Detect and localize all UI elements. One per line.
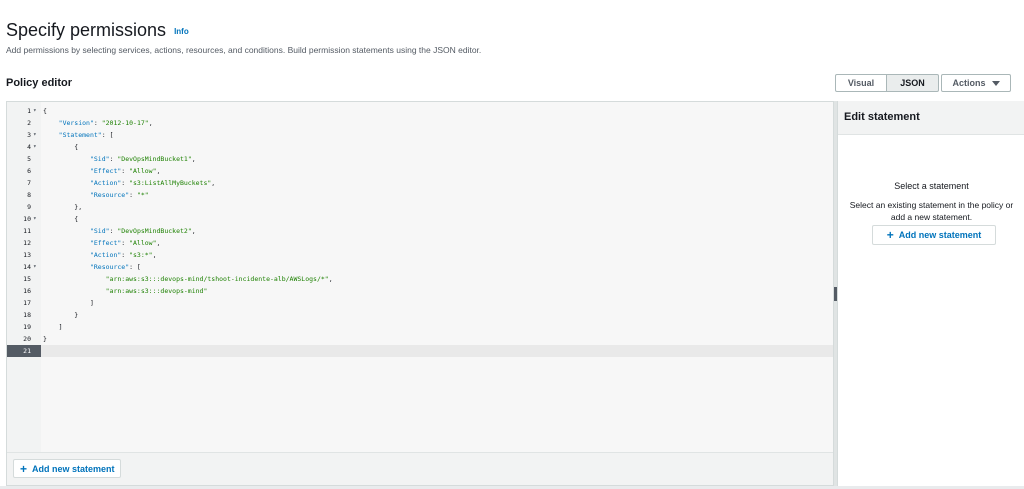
code-text: { <box>43 107 47 115</box>
page-title: Specify permissions Info <box>6 20 189 41</box>
code-line[interactable]: 3 ▾ "Statement": [ <box>7 129 833 141</box>
line-number: 7 <box>27 179 31 187</box>
code-line[interactable]: 21 <box>7 345 833 357</box>
line-number: 13 <box>23 251 31 259</box>
code-text: } <box>43 335 47 343</box>
code-line[interactable]: 6 "Effect": "Allow", <box>7 165 833 177</box>
editor-mode-toggle: Visual JSON <box>835 74 939 92</box>
select-statement-title: Select a statement <box>894 181 969 191</box>
fold-toggle-icon[interactable]: ▾ <box>33 213 37 225</box>
edit-statement-title: Edit statement <box>844 111 920 123</box>
add-new-statement-button[interactable]: + Add new statement <box>13 459 121 478</box>
line-number: 18 <box>23 311 31 319</box>
code-text: "Action": "s3:*", <box>89 251 157 259</box>
add-new-statement-label: Add new statement <box>32 463 115 474</box>
info-link[interactable]: Info <box>174 27 189 36</box>
line-number: 2 <box>27 119 31 127</box>
code-line[interactable]: 13 "Action": "s3:*", <box>7 249 833 261</box>
plus-icon: + <box>20 461 28 476</box>
code-text: "Resource": [ <box>89 263 141 271</box>
code-text: "arn:aws:s3:::devops-mind" <box>105 287 208 295</box>
json-editor[interactable]: 1 ▾{2 "Version": "2012-10-17", 3 ▾ "Stateme… <box>6 101 834 486</box>
side-add-new-statement-button[interactable]: + Add new statement <box>872 225 996 245</box>
code-line[interactable]: 2 "Version": "2012-10-17", <box>7 117 833 129</box>
code-text: "Action": "s3:ListAllMyBuckets", <box>89 179 216 187</box>
code-line[interactable]: 1 ▾ { <box>7 105 833 117</box>
code-line[interactable]: 12 "Effect": "Allow", <box>7 237 833 249</box>
fold-toggle-icon[interactable]: ▾ <box>33 261 37 273</box>
code-text: { <box>43 215 79 223</box>
code-line[interactable]: 7 "Action": "s3:ListAllMyBuckets", <box>7 177 833 189</box>
code-text: "arn:aws:s3:::devops-mind/tshoot-inciden… <box>105 275 333 283</box>
visual-tab-button[interactable]: Visual <box>835 74 887 92</box>
code-text: ] <box>43 323 63 331</box>
line-number: 3 <box>27 131 31 139</box>
code-text: "Resource": "*" <box>89 191 149 199</box>
line-number: 6 <box>27 167 31 175</box>
code-text: "Effect": "Allow", <box>89 167 161 175</box>
code-line[interactable]: 8 "Resource": "*" <box>7 189 833 201</box>
code-line[interactable]: 14 ▾ "Resource": [ <box>7 261 833 273</box>
line-number: 15 <box>23 275 31 283</box>
fold-toggle-icon[interactable]: ▾ <box>33 129 37 141</box>
edit-statement-panel: Edit statement Select a statement Select… <box>837 101 1024 486</box>
line-number: 20 <box>23 335 31 343</box>
fold-toggle-icon[interactable]: ▾ <box>33 141 37 153</box>
code-text: }, <box>43 203 83 211</box>
code-line[interactable]: 15 "arn:aws:s3:::devops-mind/tshoot-inci… <box>7 273 833 285</box>
code-line[interactable]: 17 ] <box>7 297 833 309</box>
code-text: "Sid": "DevOpsMindBucket1", <box>89 155 196 163</box>
page-title-text: Specify permissions <box>6 20 167 40</box>
page-subtitle: Add permissions by selecting services, a… <box>6 45 482 55</box>
code-line[interactable]: 19 ] <box>7 321 833 333</box>
fold-toggle-icon[interactable]: ▾ <box>33 105 37 117</box>
code-text: "Sid": "DevOpsMindBucket2", <box>89 227 196 235</box>
code-line[interactable]: 10 ▾ { <box>7 213 833 225</box>
code-text: "Version": "2012-10-17", <box>58 119 153 127</box>
select-statement-description: Select an existing statement in the poli… <box>849 200 1014 222</box>
caret-down-icon <box>991 80 1000 86</box>
line-number: 10 <box>23 215 31 223</box>
editor-footer: + Add new statement <box>7 452 833 485</box>
actions-label: Actions <box>952 78 986 88</box>
code-line[interactable]: 16 "arn:aws:s3:::devops-mind" <box>7 285 833 297</box>
line-number: 8 <box>27 191 31 199</box>
code-line[interactable]: 9 }, <box>7 201 833 213</box>
policy-editor-label: Policy editor <box>6 77 73 89</box>
code-text: ] <box>43 299 94 307</box>
json-tab-button[interactable]: JSON <box>887 74 939 92</box>
line-number: 14 <box>23 263 31 271</box>
actions-dropdown-button[interactable]: Actions <box>941 74 1011 92</box>
line-number: 19 <box>23 323 31 331</box>
line-number: 1 <box>27 107 31 115</box>
line-number: 21 <box>23 347 31 355</box>
code-line[interactable]: 5 "Sid": "DevOpsMindBucket1", <box>7 153 833 165</box>
line-number: 12 <box>23 239 31 247</box>
code-line[interactable]: 4 ▾ { <box>7 141 833 153</box>
line-number: 4 <box>27 143 31 151</box>
line-number: 5 <box>27 155 31 163</box>
line-number: 11 <box>23 227 31 235</box>
plus-icon: + <box>886 228 894 242</box>
code-text: "Statement": [ <box>58 131 114 139</box>
edit-statement-header: Edit statement <box>838 101 1024 135</box>
side-add-new-statement-label: Add new statement <box>898 230 982 240</box>
line-number: 17 <box>23 299 31 307</box>
code-line[interactable]: 11 "Sid": "DevOpsMindBucket2", <box>7 225 833 237</box>
code-text: "Effect": "Allow", <box>89 239 161 247</box>
code-text: { <box>43 143 79 151</box>
code-line[interactable]: 18 } <box>7 309 833 321</box>
line-number: 9 <box>27 203 31 211</box>
code-text: } <box>43 311 79 319</box>
code-line[interactable]: 20} <box>7 333 833 345</box>
line-number: 16 <box>23 287 31 295</box>
